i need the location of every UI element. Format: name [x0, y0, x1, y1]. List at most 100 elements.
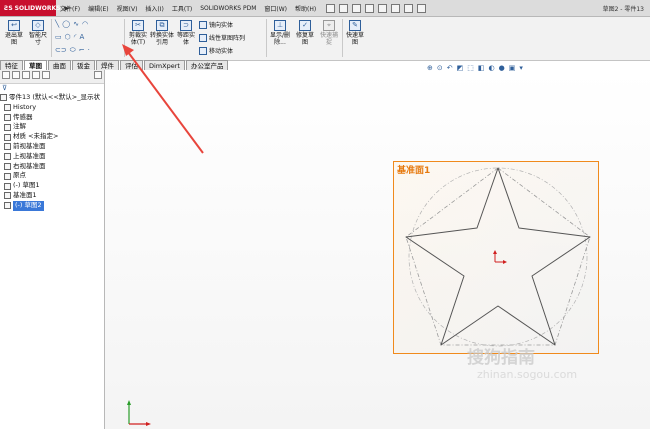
menu-file[interactable]: 文件(F): [56, 4, 84, 13]
sketch-icon: [4, 202, 11, 210]
exit-sketch-button[interactable]: ↩ 退出草图: [3, 20, 25, 46]
tree-item-material[interactable]: 材质 <未指定>: [0, 132, 104, 142]
ribbon-divider: [266, 19, 267, 57]
menu-edit[interactable]: 编辑(E): [84, 4, 112, 13]
linear-pattern-button[interactable]: 线性草图阵列: [199, 33, 245, 42]
tree-item-sketch2[interactable]: (-) 草图2: [0, 200, 104, 211]
tree-item-sketch1[interactable]: (-) 草图1: [0, 181, 104, 191]
command-tabs: 特征 草图 曲面 钣金 焊件 评估 DimXpert 办公室产品: [0, 60, 270, 71]
tree-item-history[interactable]: History: [0, 103, 104, 113]
offset-label: 等距实体: [176, 32, 195, 46]
rebuild-icon[interactable]: [404, 3, 414, 13]
filter-icon[interactable]: ⊽: [0, 84, 104, 93]
move-label: 移动实体: [209, 48, 234, 55]
polygon-icon[interactable]: ⬡: [65, 33, 71, 41]
quick-access-toolbar: [326, 3, 427, 13]
new-icon[interactable]: [326, 3, 336, 13]
linear-pattern-label: 线性草图阵列: [209, 35, 246, 42]
open-icon[interactable]: [339, 3, 349, 13]
window-title: 草图2 - 零件13: [602, 5, 644, 13]
smart-dimension-button[interactable]: ◇ 智能尺寸: [27, 20, 49, 46]
display-manager-tab-icon[interactable]: [42, 71, 50, 79]
exit-sketch-label: 退出草图: [4, 32, 23, 46]
graphics-area[interactable]: ⊕ ⊙ ↶ ◩ ⬚ ◧ ◐ ● ▣ ▾ 基准面1 搜狗指南 zhinan.sog…: [105, 64, 650, 429]
expand-panel-icon[interactable]: [94, 71, 102, 79]
chamfer-icon[interactable]: ⌐: [79, 46, 85, 55]
ribbon-divider: [51, 19, 52, 57]
mirror-icon: [199, 20, 207, 29]
menu-help[interactable]: 帮助(H): [291, 4, 320, 13]
watermark-text: 搜狗指南: [467, 348, 535, 368]
quick-sketch-icon: ✎: [349, 20, 361, 31]
circle-icon[interactable]: ◯: [62, 20, 70, 28]
undo-icon[interactable]: [378, 3, 388, 13]
trim-entities-button[interactable]: ✂ 剪裁实体(T): [127, 20, 149, 46]
menu-view[interactable]: 视图(V): [113, 4, 142, 13]
rectangle-icon[interactable]: ▭: [55, 33, 62, 41]
menu-insert[interactable]: 插入(I): [141, 4, 167, 13]
tree-item-sensors[interactable]: 传感器: [0, 113, 104, 123]
options-icon[interactable]: [417, 3, 427, 13]
tree-item-origin[interactable]: 原点: [0, 171, 104, 181]
menu-tools[interactable]: 工具(T): [168, 4, 196, 13]
rapid-snaps-icon: ⌖: [323, 20, 335, 31]
feature-manager-tab-icon[interactable]: [2, 71, 10, 79]
smart-dimension-icon: ◇: [32, 20, 44, 31]
linear-pattern-icon: [199, 33, 207, 42]
sketch-icon: [4, 182, 11, 190]
repair-icon: ✓: [299, 20, 311, 31]
sketch-tools-row-3: ⊂⊃ ⬭ ⌐ ·: [55, 46, 90, 55]
point-icon[interactable]: ·: [88, 46, 90, 55]
line-icon[interactable]: ╲: [55, 20, 59, 28]
convert-entities-button[interactable]: ⧉ 转换实体引用: [150, 20, 174, 46]
menu-window[interactable]: 窗口(W): [260, 4, 291, 13]
plane-icon: [4, 192, 11, 200]
repair-label: 修复草图: [295, 32, 314, 46]
rapid-snaps-button[interactable]: ⌖ 快速捕捉: [318, 20, 340, 46]
menu-pdm[interactable]: SOLIDWORKS PDM: [196, 5, 260, 12]
mirror-label: 镜向实体: [209, 22, 234, 29]
configuration-manager-tab-icon[interactable]: [22, 71, 30, 79]
property-manager-tab-icon[interactable]: [12, 71, 20, 79]
mirror-entities-button[interactable]: 镜向实体: [199, 20, 233, 29]
sketch-origin-icon: [493, 250, 507, 264]
tree-item-plane1[interactable]: 基准面1: [0, 191, 104, 201]
tree-item-front-plane[interactable]: 前视基准面: [0, 142, 104, 152]
offset-entities-button[interactable]: ⊃ 等距实体: [175, 20, 197, 46]
move-icon: [199, 46, 207, 55]
slot-icon[interactable]: ⊂⊃: [55, 46, 67, 55]
fillet-icon[interactable]: ◜: [74, 33, 77, 41]
trim-icon: ✂: [132, 20, 144, 31]
tree-item-top-plane[interactable]: 上视基准面: [0, 152, 104, 162]
solidworks-logo[interactable]: ƧS SOLIDWORKS ▶: [0, 0, 69, 16]
smart-dimension-label: 智能尺寸: [28, 32, 47, 46]
arc-icon[interactable]: ◠: [82, 20, 88, 28]
relations-icon: ⊥: [274, 20, 286, 31]
ds-logo-icon: ƧS: [4, 4, 13, 12]
tree-item-annotations[interactable]: 注解: [0, 122, 104, 132]
menu-bar: ƧS SOLIDWORKS ▶ 文件(F) 编辑(E) 视图(V) 插入(I) …: [0, 0, 650, 17]
annotation-icon: [4, 123, 11, 131]
text-icon[interactable]: A: [79, 33, 84, 41]
display-delete-relations-button[interactable]: ⊥ 显示/删除...: [268, 20, 292, 46]
history-icon: [4, 104, 11, 112]
offset-icon: ⊃: [180, 20, 192, 31]
tree-item-right-plane[interactable]: 右视基准面: [0, 162, 104, 172]
sensor-icon: [4, 113, 11, 121]
show-delete-label: 显示/删除...: [269, 32, 291, 46]
ellipse-icon[interactable]: ⬭: [70, 46, 76, 55]
logo-text: SOLIDWORKS: [14, 4, 61, 12]
print-icon[interactable]: [365, 3, 375, 13]
reference-triad-icon: [127, 400, 151, 426]
move-entities-button[interactable]: 移动实体: [199, 46, 233, 55]
select-icon[interactable]: [391, 3, 401, 13]
repair-sketch-button[interactable]: ✓ 修复草图: [294, 20, 316, 46]
tree-root[interactable]: 零件13 (默认<<默认>_显示状: [0, 93, 104, 103]
quick-sketch-button[interactable]: ✎ 快速草图: [344, 20, 366, 46]
convert-icon: ⧉: [156, 20, 168, 31]
plane-icon: [4, 143, 11, 151]
command-manager: ↩ 退出草图 ◇ 智能尺寸 ╲ ◯ ∿ ◠ ▭ ⬡ ◜ A ⊂⊃ ⬭ ⌐ · ✂…: [0, 17, 650, 61]
spline-icon[interactable]: ∿: [73, 20, 79, 28]
save-icon[interactable]: [352, 3, 362, 13]
dimxpert-manager-tab-icon[interactable]: [32, 71, 40, 79]
